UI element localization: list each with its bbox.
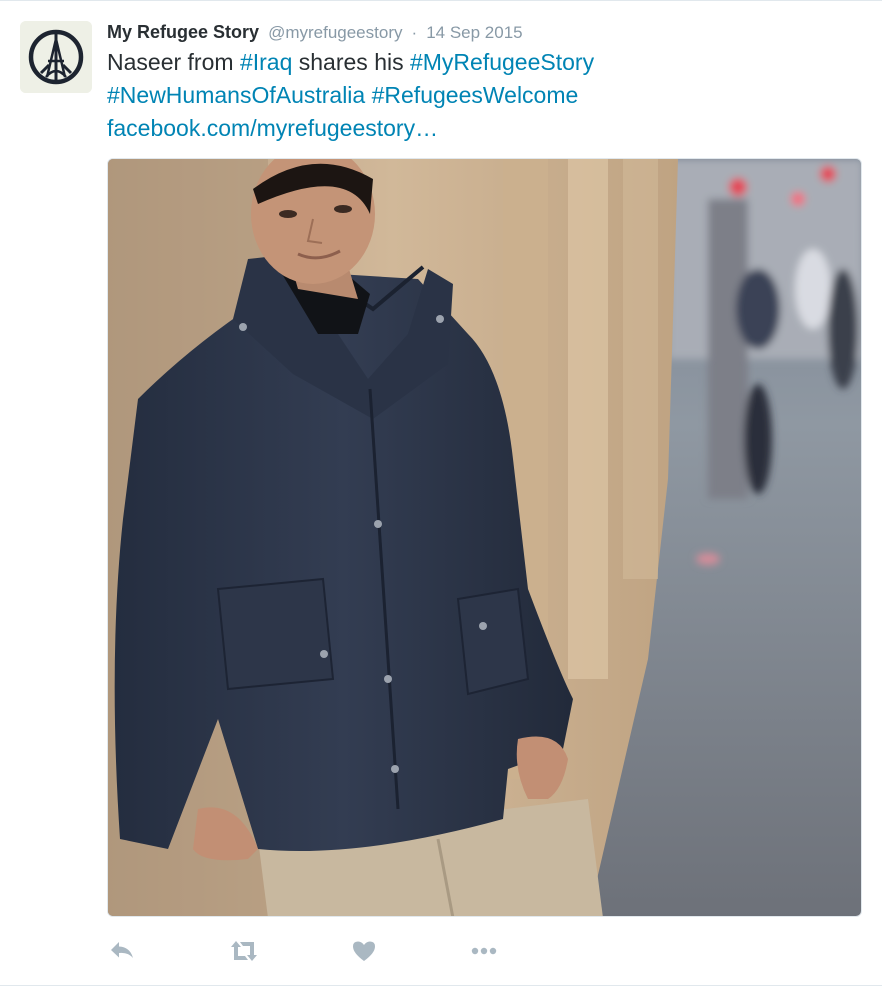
like-button[interactable] <box>349 936 379 966</box>
photo-man-in-navy-jacket-leaning-on-wall <box>108 159 861 916</box>
retweet-icon <box>231 941 257 961</box>
author-username[interactable]: @myrefugeestory <box>268 23 402 42</box>
tweet-text-middle: shares his <box>292 49 410 75</box>
tweet-photo[interactable] <box>107 158 862 917</box>
author-fullname[interactable]: My Refugee Story <box>107 22 259 42</box>
peace-eiffel-tower-icon <box>20 21 92 93</box>
header-separator: · <box>411 23 418 42</box>
tweet-header: My Refugee Story @myrefugeestory · 14 Se… <box>107 19 523 46</box>
heart-icon <box>353 941 375 961</box>
author-avatar[interactable] <box>20 21 92 93</box>
tweet-timestamp[interactable]: 14 Sep 2015 <box>426 23 522 42</box>
tweet-card: My Refugee Story @myrefugeestory · 14 Se… <box>0 0 882 986</box>
facebook-link[interactable]: facebook.com/myrefugeestory… <box>107 115 438 141</box>
more-dots-icon <box>471 947 497 955</box>
hashtag-newhumansofaustralia[interactable]: #NewHumansOfAustralia <box>107 82 365 108</box>
hashtag-iraq[interactable]: #Iraq <box>240 49 292 75</box>
hashtag-myrefugeestory[interactable]: #MyRefugeeStory <box>410 49 594 75</box>
retweet-button[interactable] <box>227 936 257 966</box>
reply-button[interactable] <box>107 936 137 966</box>
more-button[interactable] <box>469 936 499 966</box>
tweet-text: Naseer from #Iraq shares his #MyRefugeeS… <box>107 46 847 145</box>
tweet-text-prefix: Naseer from <box>107 49 240 75</box>
reply-icon <box>111 942 133 958</box>
hashtag-refugeeswelcome[interactable]: #RefugeesWelcome <box>372 82 579 108</box>
